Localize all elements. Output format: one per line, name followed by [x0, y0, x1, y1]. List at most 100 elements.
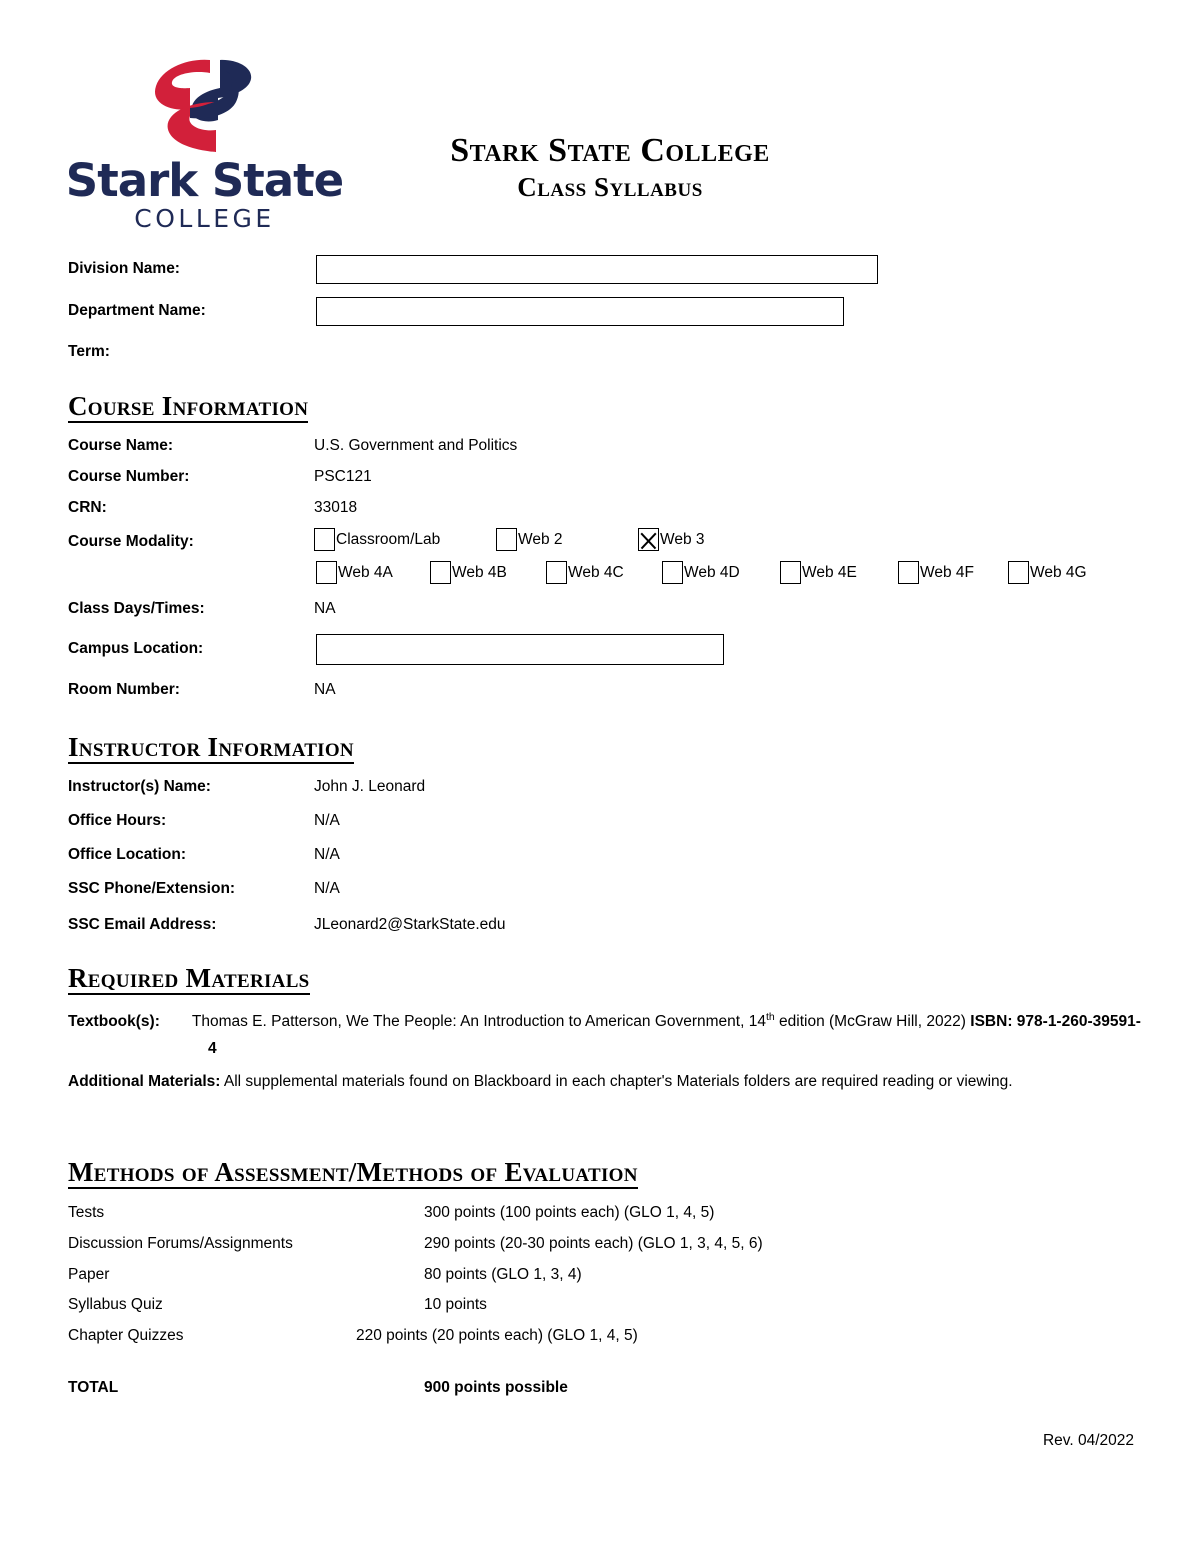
room-number-label: Room Number:: [68, 681, 180, 698]
checkbox-classroom-lab[interactable]: [314, 528, 335, 551]
document-subtitle: Class Syllabus: [517, 172, 703, 203]
additional-materials-entry: Additional Materials: All supplemental m…: [68, 1068, 1143, 1095]
assessment-heading: Methods of Assessment/Methods of Evaluat…: [68, 1158, 638, 1190]
textbook-citation-pre: Thomas E. Patterson, We The People: An I…: [191, 1013, 766, 1030]
instructor-name-label: Instructor(s) Name:: [68, 778, 211, 795]
checkbox-web-4e[interactable]: [780, 561, 801, 584]
course-information-heading: Course Information: [68, 392, 309, 424]
textbook-citation-post: edition (McGraw Hill, 2022): [774, 1013, 971, 1030]
course-number-row: Course Number: PSC121: [68, 466, 1138, 496]
title-block: Stark State College Class Syllabus: [350, 132, 870, 203]
modality-label-web-3: Web 3: [660, 530, 705, 548]
course-modality-label: Course Modality:: [68, 533, 194, 550]
modality-label-web-4g: Web 4G: [1030, 563, 1087, 581]
assessment-name-syllabus-quiz: Syllabus Quiz: [68, 1296, 163, 1313]
stark-state-logo: Stark State COLLEGE: [62, 58, 347, 233]
document-title: Stark State College: [450, 132, 770, 169]
course-name-label: Course Name:: [68, 437, 174, 454]
course-name-row: Course Name: U.S. Government and Politic…: [68, 435, 1138, 465]
assessment-value-tests: 300 points (100 points each) (GLO 1, 4, …: [424, 1204, 715, 1221]
logo-wordmark: Stark State: [65, 154, 344, 207]
ssc-phone-label: SSC Phone/Extension:: [68, 880, 236, 897]
modality-option-web-4f[interactable]: Web 4F: [898, 561, 974, 584]
modality-option-web-2[interactable]: Web 2: [496, 528, 563, 551]
modality-label-web-4e: Web 4E: [802, 563, 857, 581]
textbook-edition-superscript: th: [765, 1010, 775, 1023]
checkbox-web-4g[interactable]: [1008, 561, 1029, 584]
assessment-total-row: TOTAL 900 points possible: [68, 1377, 1138, 1407]
assessment-total-value: 900 points possible: [424, 1379, 568, 1396]
modality-label-classroom-lab: Classroom/Lab: [336, 530, 441, 548]
checkbox-web-4b[interactable]: [430, 561, 451, 584]
textbook-entry: Textbook(s): Thomas E. Patterson, We The …: [68, 1008, 1143, 1062]
modality-option-web-3[interactable]: Web 3: [638, 528, 705, 551]
campus-location-row: Campus Location:: [68, 634, 1138, 668]
checkbox-web-4f[interactable]: [898, 561, 919, 584]
syllabus-page: Stark State COLLEGE Stark State College …: [0, 0, 1200, 1553]
checkbox-web-4a[interactable]: [316, 561, 337, 584]
room-number-row: Room Number: NA: [68, 679, 1138, 709]
assessment-total-label: TOTAL: [68, 1379, 119, 1396]
modality-option-web-4d[interactable]: Web 4D: [662, 561, 740, 584]
crn-row: CRN: 33018: [68, 497, 1138, 527]
modality-label-web-4f: Web 4F: [920, 563, 974, 581]
assessment-value-chapter-quizzes: 220 points (20 points each) (GLO 1, 4, 5…: [356, 1327, 638, 1344]
checkbox-web-4d[interactable]: [662, 561, 683, 584]
course-number-value: PSC121: [314, 468, 372, 485]
modality-option-web-4g[interactable]: Web 4G: [1008, 561, 1087, 584]
term-row: Term:: [68, 341, 1138, 371]
department-name-label: Department Name:: [68, 302, 206, 319]
checkbox-web-4c[interactable]: [546, 561, 567, 584]
instructor-information-heading: Instructor Information: [68, 733, 354, 765]
class-days-times-label: Class Days/Times:: [68, 600, 205, 617]
assessment-value-discussion-forums: 290 points (20-30 points each) (GLO 1, 3…: [424, 1235, 763, 1252]
logo-subtext: COLLEGE: [134, 204, 275, 233]
assessment-value-paper: 80 points (GLO 1, 3, 4): [424, 1266, 582, 1283]
assessment-name-discussion-forums: Discussion Forums/Assignments: [68, 1235, 293, 1252]
modality-option-web-4a[interactable]: Web 4A: [316, 561, 393, 584]
division-name-label: Division Name:: [68, 260, 180, 277]
assessment-row-tests: Tests 300 points (100 points each) (GLO …: [68, 1202, 1138, 1232]
modality-option-web-4e[interactable]: Web 4E: [780, 561, 857, 584]
modality-label-web-4c: Web 4C: [568, 563, 624, 581]
instructor-name-value: John J. Leonard: [314, 778, 426, 795]
course-number-label: Course Number:: [68, 468, 190, 485]
checkbox-web-2[interactable]: [496, 528, 517, 551]
modality-label-web-4b: Web 4B: [452, 563, 507, 581]
modality-label-web-4a: Web 4A: [338, 563, 393, 581]
ssc-email-value: JLeonard2@StarkState.edu: [314, 916, 506, 933]
modality-option-web-4b[interactable]: Web 4B: [430, 561, 507, 584]
assessment-row-chapter-quizzes: Chapter Quizzes 220 points (20 points ea…: [68, 1325, 1138, 1355]
assessment-value-syllabus-quiz: 10 points: [424, 1296, 487, 1313]
office-location-row: Office Location: N/A: [68, 844, 1138, 874]
isbn-label: ISBN:: [970, 1013, 1013, 1030]
campus-location-input[interactable]: [316, 634, 724, 665]
room-number-value: NA: [314, 681, 336, 698]
ssc-phone-value: N/A: [314, 880, 340, 897]
modality-label-web-2: Web 2: [518, 530, 563, 548]
modality-option-classroom-lab[interactable]: Classroom/Lab: [314, 528, 440, 551]
department-name-input[interactable]: [316, 297, 844, 326]
assessment-row-syllabus-quiz: Syllabus Quiz 10 points: [68, 1294, 1138, 1324]
class-days-times-value: NA: [314, 600, 336, 617]
modality-option-web-4c[interactable]: Web 4C: [546, 561, 624, 584]
crn-label: CRN:: [68, 499, 107, 516]
modality-label-web-4d: Web 4D: [684, 563, 740, 581]
course-name-value: U.S. Government and Politics: [314, 437, 518, 454]
assessment-row-discussion-forums: Discussion Forums/Assignments 290 points…: [68, 1233, 1138, 1263]
office-hours-value: N/A: [314, 812, 340, 829]
additional-materials-label: Additional Materials:: [68, 1073, 221, 1090]
revision-footer: Rev. 04/2022: [1042, 1432, 1134, 1449]
additional-materials-text: All supplemental materials found on Blac…: [220, 1073, 1013, 1090]
office-hours-label: Office Hours:: [68, 812, 167, 829]
assessment-name-chapter-quizzes: Chapter Quizzes: [68, 1327, 184, 1344]
ssc-email-row: SSC Email Address: JLeonard2@StarkState.…: [68, 914, 1138, 944]
textbook-label: Textbook(s):: [68, 1013, 160, 1030]
instructor-name-row: Instructor(s) Name: John J. Leonard: [68, 776, 1138, 806]
assessment-name-tests: Tests: [68, 1204, 105, 1221]
ssc-phone-row: SSC Phone/Extension: N/A: [68, 878, 1138, 908]
office-location-value: N/A: [314, 846, 340, 863]
division-name-input[interactable]: [316, 255, 878, 284]
checkbox-web-3[interactable]: [638, 528, 659, 551]
swoosh-logo-icon: [154, 59, 252, 152]
